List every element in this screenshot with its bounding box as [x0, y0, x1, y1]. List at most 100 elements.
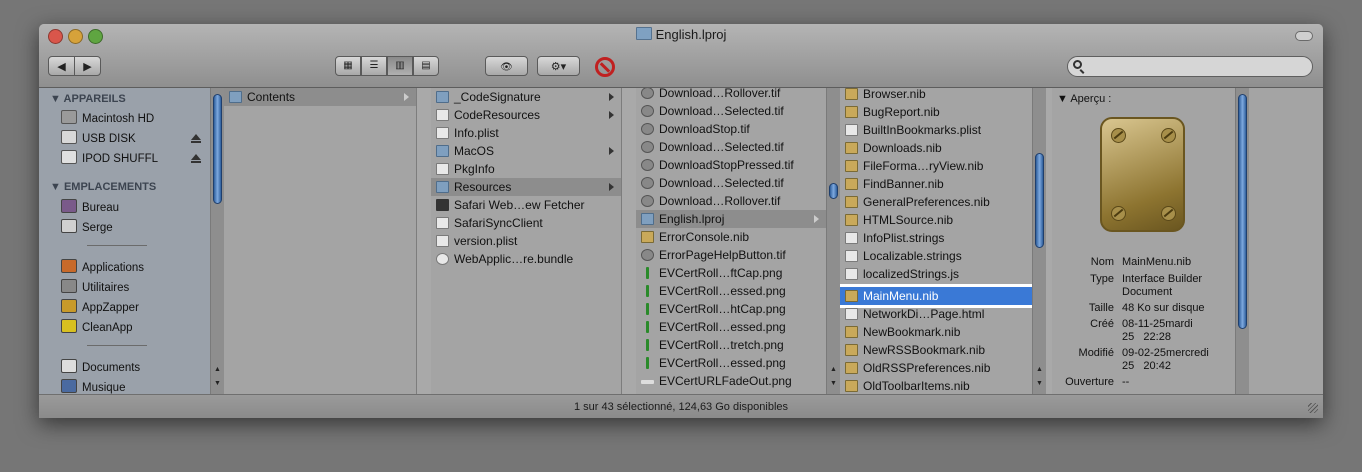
view-coverflow-button[interactable]: ▤ — [413, 56, 439, 76]
view-columns-button[interactable]: ▥ — [387, 56, 413, 76]
plist-file-icon — [436, 127, 449, 139]
resize-grip-icon[interactable] — [1308, 403, 1318, 413]
preview-header[interactable]: ▼ Aperçu : — [1057, 93, 1111, 105]
list-item[interactable]: MainMenu.nib — [840, 287, 1032, 305]
list-item[interactable]: InfoPlist.strings — [840, 229, 1032, 247]
list-item[interactable]: BuiltInBookmarks.plist — [840, 121, 1032, 139]
list-item[interactable]: Localizable.strings — [840, 247, 1032, 265]
list-item[interactable]: ErrorPageHelpButton.tif — [636, 246, 826, 264]
list-item[interactable]: OldToolbarItems.nib — [840, 377, 1032, 394]
usb-disk-icon — [61, 130, 77, 144]
list-item[interactable]: Download…Selected.tif — [636, 174, 826, 192]
list-item[interactable]: Contents — [224, 88, 416, 106]
column-4: Browser.nib BugReport.nib BuiltInBookmar… — [840, 88, 1033, 394]
png-file-icon — [646, 303, 649, 315]
sidebar-item-documents[interactable]: Documents — [61, 359, 140, 375]
action-button[interactable]: ⚙▾ — [537, 56, 580, 76]
scroll-up-icon[interactable]: ▲ — [830, 366, 837, 373]
list-item[interactable]: EVCertRoll…htCap.png — [636, 300, 826, 318]
eject-icon[interactable] — [191, 134, 201, 143]
preview-scrollbar[interactable] — [1235, 88, 1249, 394]
list-item[interactable]: NewRSSBookmark.nib — [840, 341, 1032, 359]
view-list-button[interactable]: ☰ — [361, 56, 387, 76]
sidebar-item-macintosh-hd[interactable]: Macintosh HD — [61, 110, 154, 126]
png-file-icon — [646, 285, 649, 297]
list-item[interactable]: EVCertURLFadeOut.png — [636, 372, 826, 390]
search-input[interactable] — [1088, 59, 1308, 76]
back-button[interactable]: ◀ — [48, 56, 75, 76]
list-item[interactable]: FileForma…ryView.nib — [840, 157, 1032, 175]
list-item[interactable]: Download…Selected.tif — [636, 102, 826, 120]
list-item[interactable]: CodeResources — [431, 106, 621, 124]
sidebar-item-applications[interactable]: Applications — [61, 259, 144, 275]
list-item[interactable]: Resources — [431, 178, 621, 196]
sidebar-item-serge[interactable]: Serge — [61, 219, 113, 235]
list-item[interactable]: EVCertRoll…essed.png — [636, 318, 826, 336]
png-file-icon — [646, 321, 649, 333]
file-name: SafariSyncClient — [454, 216, 543, 230]
toolbar-toggle-button[interactable] — [1295, 31, 1313, 41]
places-header[interactable]: ▼ EMPLACEMENTS — [50, 181, 156, 193]
list-item[interactable]: EVCertRoll…essed.png — [636, 354, 826, 372]
forward-button[interactable]: ▶ — [74, 56, 101, 76]
list-item[interactable]: FindBanner.nib — [840, 175, 1032, 193]
list-item[interactable]: DownloadStopPressed.tif — [636, 156, 826, 174]
scroll-up-icon[interactable]: ▲ — [1036, 366, 1043, 373]
list-item[interactable]: Download…Selected.tif — [636, 138, 826, 156]
list-item[interactable]: Downloads.nib — [840, 139, 1032, 157]
info-label-cree: Créé — [1090, 318, 1114, 330]
column-2: _CodeSignature CodeResources Info.plist … — [431, 88, 622, 394]
list-item[interactable]: OldRSSPreferences.nib — [840, 359, 1032, 377]
list-item[interactable]: localizedStrings.js — [840, 265, 1032, 283]
scroll-thumb[interactable] — [1035, 153, 1044, 248]
list-item[interactable]: EVCertRoll…tretch.png — [636, 336, 826, 354]
stop-button[interactable] — [595, 57, 615, 77]
list-item[interactable]: ErrorConsole.nib — [636, 228, 826, 246]
view-icon-button[interactable]: ▦ — [335, 56, 361, 76]
list-item[interactable]: EVCertRoll…ftCap.png — [636, 264, 826, 282]
list-item[interactable]: MacOS — [431, 142, 621, 160]
search-field[interactable] — [1067, 56, 1313, 77]
list-item[interactable]: Safari Web…ew Fetcher — [431, 196, 621, 214]
sidebar-item-appzapper[interactable]: AppZapper — [61, 299, 139, 315]
devices-header[interactable]: ▼ APPAREILS — [50, 93, 126, 105]
list-item[interactable]: Download…Rollover.tif — [636, 192, 826, 210]
list-item[interactable]: PkgInfo — [431, 160, 621, 178]
scroll-down-icon[interactable]: ▼ — [1036, 380, 1043, 387]
list-item[interactable]: SafariSyncClient — [431, 214, 621, 232]
sidebar-scrollbar[interactable]: ▲ ▼ — [210, 88, 224, 394]
list-item[interactable]: EVCertRoll…essed.png — [636, 282, 826, 300]
list-item[interactable]: English.lproj — [636, 210, 826, 228]
file-name: Download…Selected.tif — [659, 140, 784, 154]
scroll-down-icon[interactable]: ▼ — [214, 380, 221, 387]
scroll-down-icon[interactable]: ▼ — [830, 380, 837, 387]
quicklook-button[interactable]: 👁 — [485, 56, 528, 76]
column-4-scrollbar[interactable]: ▲ ▼ — [1032, 88, 1046, 394]
sidebar-item-utilitaires[interactable]: Utilitaires — [61, 279, 129, 295]
appzapper-icon — [61, 299, 77, 313]
list-item[interactable]: NetworkDi…Page.html — [840, 305, 1032, 323]
list-item[interactable]: Download…Rollover.tif — [636, 88, 826, 102]
scroll-thumb[interactable] — [1238, 94, 1247, 329]
list-item[interactable]: BugReport.nib — [840, 103, 1032, 121]
icon-view-icon: ▦ — [343, 60, 353, 71]
list-item[interactable]: Browser.nib — [840, 88, 1032, 103]
list-item[interactable]: GeneralPreferences.nib — [840, 193, 1032, 211]
list-item[interactable]: HTMLSource.nib — [840, 211, 1032, 229]
sidebar-item-bureau[interactable]: Bureau — [61, 199, 119, 215]
sidebar-item-musique[interactable]: Musique — [61, 379, 125, 394]
scroll-thumb[interactable] — [829, 183, 838, 199]
column-3-scrollbar[interactable]: ▲ ▼ — [826, 88, 840, 394]
list-item[interactable]: _CodeSignature — [431, 88, 621, 106]
list-item[interactable]: WebApplic…re.bundle — [431, 250, 621, 268]
list-item[interactable]: NewBookmark.nib — [840, 323, 1032, 341]
eject-icon[interactable] — [191, 154, 201, 163]
scroll-up-icon[interactable]: ▲ — [214, 366, 221, 373]
list-item[interactable]: Info.plist — [431, 124, 621, 142]
list-item[interactable]: version.plist — [431, 232, 621, 250]
sidebar-item-usb-disk[interactable]: USB DISK — [61, 130, 136, 146]
list-item[interactable]: DownloadStop.tif — [636, 120, 826, 138]
sidebar-item-ipod[interactable]: IPOD SHUFFL — [61, 150, 158, 166]
sidebar-item-cleanapp[interactable]: CleanApp — [61, 319, 133, 335]
scroll-thumb[interactable] — [213, 94, 222, 204]
